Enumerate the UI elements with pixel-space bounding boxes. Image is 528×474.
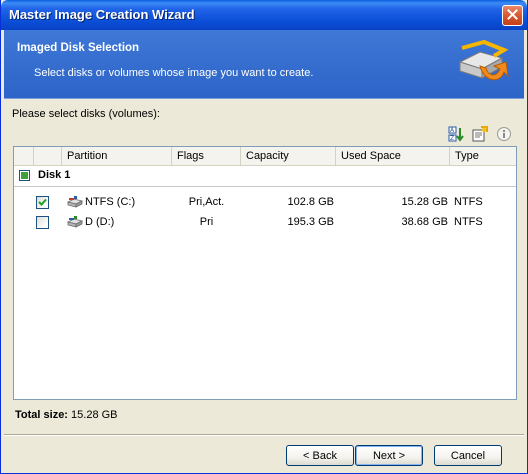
- column-capacity[interactable]: Capacity: [241, 147, 336, 165]
- partition-row-c[interactable]: NTFS (C:) Pri,Act. 102.8 GB 15.28 GB NTF…: [14, 193, 516, 213]
- column-used-space[interactable]: Used Space: [336, 147, 450, 165]
- select-prompt: Please select disks (volumes):: [12, 108, 160, 120]
- disk-group-checkbox[interactable]: [19, 170, 30, 181]
- total-size-label: Total size:: [15, 409, 68, 421]
- column-partition[interactable]: Partition: [62, 147, 172, 165]
- column-check[interactable]: [34, 147, 62, 165]
- title-bar[interactable]: Master Image Creation Wizard: [1, 0, 527, 30]
- partition-capacity: 102.8 GB: [287, 196, 334, 208]
- partition-used-space: 38.68 GB: [401, 216, 448, 228]
- close-icon: [507, 8, 518, 23]
- svg-text:Z: Z: [450, 135, 454, 142]
- window-title: Master Image Creation Wizard: [9, 7, 195, 22]
- partition-icon: [66, 215, 84, 231]
- total-size: Total size: 15.28 GB: [15, 409, 118, 421]
- partition-capacity: 195.3 GB: [287, 216, 334, 228]
- page-heading: Imaged Disk Selection: [17, 42, 140, 54]
- disk-group-row[interactable]: Disk 1: [14, 167, 516, 185]
- partition-row-d[interactable]: D (D:) Pri 195.3 GB 38.68 GB NTFS: [14, 213, 516, 233]
- close-button[interactable]: [502, 5, 523, 26]
- back-button[interactable]: < Back: [286, 445, 354, 466]
- column-group[interactable]: [14, 147, 34, 165]
- partition-type: NTFS: [454, 196, 483, 208]
- info-icon[interactable]: [495, 125, 513, 143]
- sort-icon[interactable]: A Z: [447, 125, 465, 143]
- wizard-banner: Imaged Disk Selection Select disks or vo…: [4, 30, 524, 99]
- list-toolbar: A Z: [447, 125, 513, 143]
- partition-icon: [66, 195, 84, 211]
- partition-checkbox-c[interactable]: [36, 196, 49, 209]
- footer-divider: [4, 434, 524, 436]
- disk-label: Disk 1: [38, 169, 71, 181]
- next-button[interactable]: Next >: [355, 445, 423, 466]
- cancel-button[interactable]: Cancel: [434, 445, 502, 466]
- partition-list[interactable]: Partition Flags Capacity Used Space Type…: [13, 146, 517, 400]
- partition-used-space: 15.28 GB: [401, 196, 448, 208]
- partition-flags: Pri,Act.: [188, 196, 225, 208]
- page-description: Select disks or volumes whose image you …: [34, 67, 314, 79]
- wizard-window: Master Image Creation Wizard Imaged Disk…: [0, 0, 528, 474]
- disk-image-icon: [454, 38, 510, 90]
- partition-name: D (D:): [85, 216, 115, 228]
- total-size-value: 15.28 GB: [71, 409, 118, 421]
- list-header: Partition Flags Capacity Used Space Type: [14, 147, 516, 166]
- partition-checkbox-d[interactable]: [36, 216, 49, 229]
- partition-flags: Pri: [199, 216, 214, 228]
- partition-type: NTFS: [454, 216, 483, 228]
- column-type[interactable]: Type: [450, 147, 516, 165]
- column-flags[interactable]: Flags: [172, 147, 241, 165]
- partition-name: NTFS (C:): [85, 196, 136, 208]
- properties-icon[interactable]: [471, 125, 489, 143]
- group-divider: [14, 186, 516, 187]
